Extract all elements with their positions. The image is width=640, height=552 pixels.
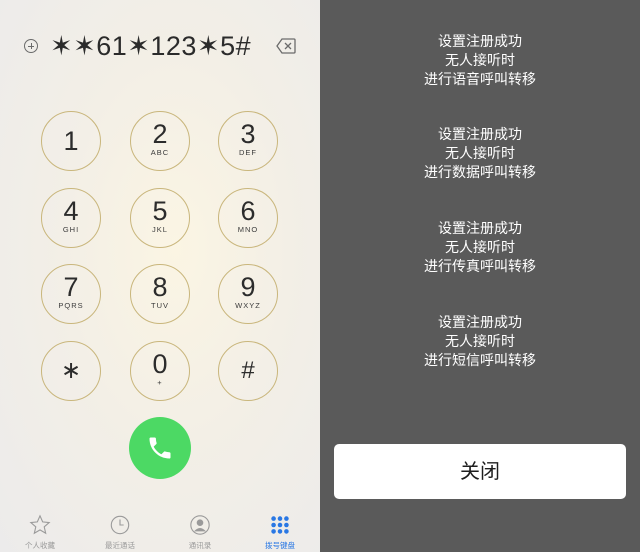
key-7[interactable]: 7 PQRS [41, 264, 101, 324]
key-digit: 9 [240, 272, 256, 302]
key-digit: 4 [63, 196, 79, 226]
tab-contacts[interactable]: 通讯录 [160, 512, 240, 552]
message-line: 进行语音呼叫转移 [424, 72, 536, 88]
message-line: 无人接听时 [445, 53, 515, 69]
key-8[interactable]: 8 TUV [130, 264, 190, 324]
key-digit: 8 [152, 272, 168, 302]
contacts-icon [190, 515, 210, 535]
key-5[interactable]: 5 JKL [130, 188, 190, 248]
key-digit: 7 [63, 272, 79, 302]
tab-label: 拨号键盘 [265, 541, 295, 550]
key-digit: # [241, 357, 255, 384]
message-line: 设置注册成功 [438, 34, 522, 50]
key-digit: 1 [63, 126, 79, 156]
key-letters: PQRS [58, 301, 84, 310]
key-1[interactable]: 1 [41, 111, 101, 171]
key-star[interactable]: ∗ [41, 341, 101, 401]
clock-icon [110, 515, 130, 535]
message-data: 设置注册成功 无人接听时 进行数据呼叫转移 [320, 126, 640, 183]
message-line: 进行传真呼叫转移 [424, 259, 536, 275]
key-digit: 5 [152, 196, 168, 226]
key-letters: WXYZ [235, 301, 261, 310]
phone-icon [149, 437, 171, 459]
tab-label: 个人收藏 [25, 541, 55, 550]
key-digit: 6 [240, 196, 256, 226]
key-letters: DEF [239, 148, 257, 157]
key-letters: TUV [151, 301, 169, 310]
key-letters: MNO [237, 225, 259, 234]
key-letters: + [157, 378, 163, 387]
key-9[interactable]: 9 WXYZ [218, 264, 278, 324]
call-button[interactable] [129, 417, 191, 479]
forwarding-result-panel: 设置注册成功 无人接听时 进行语音呼叫转移 设置注册成功 无人接听时 进行数据呼… [320, 0, 640, 552]
message-line: 无人接听时 [445, 334, 515, 350]
message-line: 无人接听时 [445, 146, 515, 162]
key-digit: 2 [152, 119, 168, 149]
tab-bar: 个人收藏 最近通话 通讯录 拨号键盘 [0, 512, 320, 552]
key-digit: 0 [152, 349, 168, 379]
message-line: 设置注册成功 [438, 221, 522, 237]
message-fax: 设置注册成功 无人接听时 进行传真呼叫转移 [320, 220, 640, 277]
tab-keypad[interactable]: 拨号键盘 [240, 512, 320, 552]
key-4[interactable]: 4 GHI [41, 188, 101, 248]
message-line: 进行短信呼叫转移 [424, 353, 536, 369]
tab-favorites[interactable]: 个人收藏 [0, 512, 80, 552]
key-hash[interactable]: # [218, 341, 278, 401]
key-digit: 3 [240, 119, 256, 149]
backspace-icon[interactable] [276, 38, 296, 54]
key-letters: ABC [150, 148, 170, 157]
number-display-row: ✶✶61✶123✶5# [0, 28, 320, 64]
tab-recents[interactable]: 最近通话 [80, 512, 160, 552]
key-digit: ∗ [60, 357, 82, 384]
key-0[interactable]: 0 + [130, 341, 190, 401]
key-3[interactable]: 3 DEF [218, 111, 278, 171]
tab-label: 最近通话 [105, 541, 135, 550]
tab-label: 通讯录 [188, 541, 212, 550]
message-voice: 设置注册成功 无人接听时 进行语音呼叫转移 [320, 33, 640, 90]
add-contact-icon[interactable] [24, 39, 38, 53]
key-2[interactable]: 2 ABC [130, 111, 190, 171]
message-line: 设置注册成功 [438, 315, 522, 331]
close-button[interactable]: 关闭 [334, 444, 626, 499]
key-6[interactable]: 6 MNO [218, 188, 278, 248]
key-letters: GHI [62, 225, 80, 234]
message-line: 进行数据呼叫转移 [424, 165, 536, 181]
phone-dialer: ✶✶61✶123✶5# 1 2 ABC 3 DEF 4 GHI 5 JKL 6 … [0, 0, 320, 552]
keypad-icon [271, 516, 289, 534]
message-line: 无人接听时 [445, 240, 515, 256]
message-line: 设置注册成功 [438, 127, 522, 143]
message-sms: 设置注册成功 无人接听时 进行短信呼叫转移 [320, 314, 640, 371]
key-letters: JKL [152, 225, 168, 234]
dialed-number: ✶✶61✶123✶5# [50, 31, 252, 61]
star-icon [29, 514, 51, 535]
